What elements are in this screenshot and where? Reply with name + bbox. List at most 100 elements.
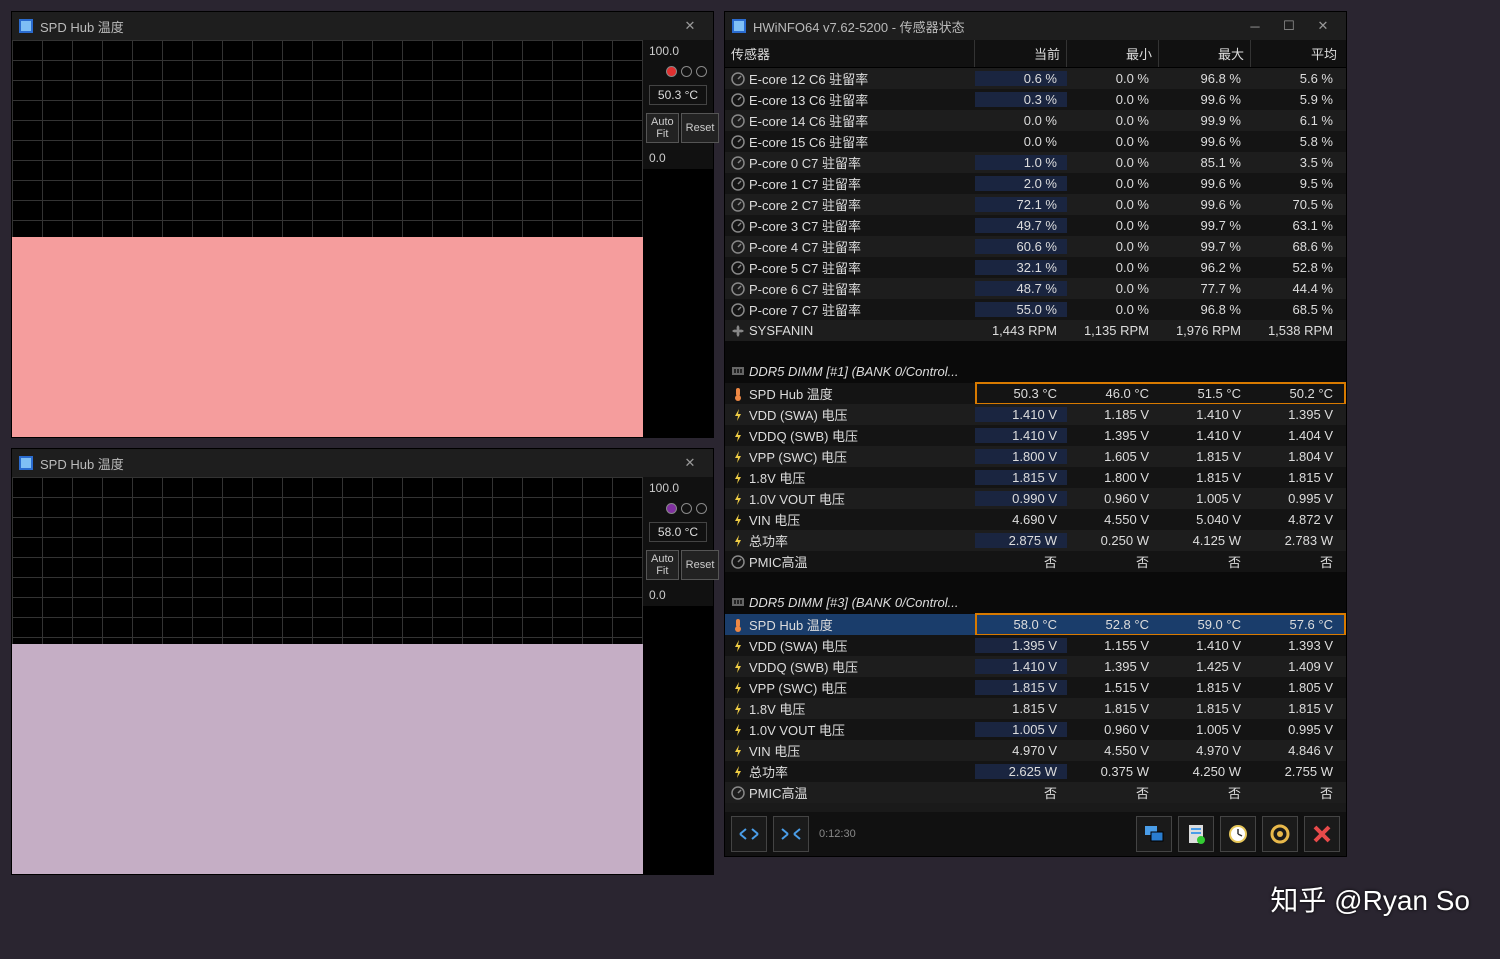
volt-icon xyxy=(731,639,745,653)
sensor-row[interactable]: P-core 7 C7 驻留率55.0 %0.0 %96.8 %68.5 % xyxy=(725,299,1346,320)
autofit-button[interactable]: Auto Fit xyxy=(646,550,679,580)
autofit-button[interactable]: Auto Fit xyxy=(646,113,679,143)
value-min: 0.250 W xyxy=(1067,533,1159,548)
sensor-row[interactable]: PMIC高温否否否否 xyxy=(725,551,1346,572)
value-current: 58.0 °C xyxy=(975,617,1067,632)
sensor-row[interactable]: 总功率2.875 W0.250 W4.125 W2.783 W xyxy=(725,530,1346,551)
titlebar[interactable]: SPD Hub 温度 ✕ xyxy=(12,449,713,477)
settings-button[interactable] xyxy=(1262,816,1298,852)
sensor-row[interactable]: E-core 12 C6 驻留率0.6 %0.0 %96.8 %5.6 % xyxy=(725,68,1346,89)
meter-icon xyxy=(731,261,745,275)
sensor-row[interactable]: E-core 14 C6 驻留率0.0 %0.0 %99.9 %6.1 % xyxy=(725,110,1346,131)
sensor-row[interactable]: VDD (SWA) 电压1.395 V1.155 V1.410 V1.393 V xyxy=(725,635,1346,656)
value-min: 4.550 V xyxy=(1067,512,1159,527)
header-sensor[interactable]: 传感器 xyxy=(725,40,975,67)
marker-icon[interactable] xyxy=(681,66,692,77)
value-current: 1.815 V xyxy=(975,470,1067,485)
spacer-row xyxy=(725,341,1346,359)
marker-active-icon[interactable] xyxy=(666,503,677,514)
value-avg: 4.872 V xyxy=(1251,512,1343,527)
monitors-button[interactable] xyxy=(1136,816,1172,852)
section-row[interactable]: DDR5 DIMM [#1] (BANK 0/Control... xyxy=(725,359,1346,383)
value-current: 55.0 % xyxy=(975,302,1067,317)
clock-button[interactable] xyxy=(1220,816,1256,852)
value-min: 0.0 % xyxy=(1067,239,1159,254)
sensor-row[interactable]: SPD Hub 温度50.3 °C46.0 °C51.5 °C50.2 °C xyxy=(725,383,1346,404)
sensor-row[interactable]: 1.0V VOUT 电压1.005 V0.960 V1.005 V0.995 V xyxy=(725,719,1346,740)
value-avg: 50.2 °C xyxy=(1251,386,1343,401)
marker-icon[interactable] xyxy=(696,66,707,77)
section-row[interactable]: DDR5 DIMM [#3] (BANK 0/Control... xyxy=(725,590,1346,614)
sensor-row[interactable]: E-core 13 C6 驻留率0.3 %0.0 %99.6 %5.9 % xyxy=(725,89,1346,110)
volt-icon xyxy=(731,723,745,737)
header-min[interactable]: 最小 xyxy=(1067,40,1159,67)
collapse-button[interactable] xyxy=(773,816,809,852)
reset-button[interactable]: Reset xyxy=(681,113,720,143)
sensor-row[interactable]: SPD Hub 温度58.0 °C52.8 °C59.0 °C57.6 °C xyxy=(725,614,1346,635)
app-icon xyxy=(18,455,34,471)
value-min: 否 xyxy=(1067,552,1159,571)
sensor-row[interactable]: 1.8V 电压1.815 V1.815 V1.815 V1.815 V xyxy=(725,698,1346,719)
sensor-row[interactable]: VIN 电压4.970 V4.550 V4.970 V4.846 V xyxy=(725,740,1346,761)
value-min: 0.960 V xyxy=(1067,722,1159,737)
sensor-row[interactable]: P-core 1 C7 驻留率2.0 %0.0 %99.6 %9.5 % xyxy=(725,173,1346,194)
sensor-row[interactable]: E-core 15 C6 驻留率0.0 %0.0 %99.6 %5.8 % xyxy=(725,131,1346,152)
graph-area[interactable]: 100.0 50.3 °C Auto Fit Reset 0.0 xyxy=(12,40,713,437)
titlebar[interactable]: HWiNFO64 v7.62-5200 - 传感器状态 ─ ☐ ✕ xyxy=(725,12,1346,40)
close-button[interactable]: ✕ xyxy=(673,451,707,475)
sensor-row[interactable]: P-core 4 C7 驻留率60.6 %0.0 %99.7 %68.6 % xyxy=(725,236,1346,257)
sensor-row[interactable]: P-core 6 C7 驻留率48.7 %0.0 %77.7 %44.4 % xyxy=(725,278,1346,299)
value-avg: 1.815 V xyxy=(1251,701,1343,716)
titlebar[interactable]: SPD Hub 温度 ✕ xyxy=(12,12,713,40)
value-avg: 2.755 W xyxy=(1251,764,1343,779)
sensor-row[interactable]: VDDQ (SWB) 电压1.410 V1.395 V1.425 V1.409 … xyxy=(725,656,1346,677)
minimize-button[interactable]: ─ xyxy=(1238,14,1272,38)
sensor-row[interactable]: 1.8V 电压1.815 V1.800 V1.815 V1.815 V xyxy=(725,467,1346,488)
meter-icon xyxy=(731,240,745,254)
sensor-row[interactable]: P-core 0 C7 驻留率1.0 %0.0 %85.1 %3.5 % xyxy=(725,152,1346,173)
value-min: 52.8 °C xyxy=(1067,617,1159,632)
sensor-row[interactable]: VDDQ (SWB) 电压1.410 V1.395 V1.410 V1.404 … xyxy=(725,425,1346,446)
marker-icon[interactable] xyxy=(696,503,707,514)
volt-icon xyxy=(731,408,745,422)
axis-min: 0.0 xyxy=(643,147,713,169)
header-max[interactable]: 最大 xyxy=(1159,40,1251,67)
sensor-row[interactable]: P-core 2 C7 驻留率72.1 %0.0 %99.6 %70.5 % xyxy=(725,194,1346,215)
value-avg: 1.815 V xyxy=(1251,470,1343,485)
meter-icon xyxy=(731,135,745,149)
expand-button[interactable] xyxy=(731,816,767,852)
sensor-row[interactable]: SYSFANIN1,443 RPM1,135 RPM1,976 RPM1,538… xyxy=(725,320,1346,341)
sensor-row[interactable]: P-core 3 C7 驻留率49.7 %0.0 %99.7 %63.1 % xyxy=(725,215,1346,236)
marker-icon[interactable] xyxy=(681,503,692,514)
value-current: 2.875 W xyxy=(975,533,1067,548)
graph-area[interactable]: 100.0 58.0 °C Auto Fit Reset 0.0 xyxy=(12,477,713,874)
column-headers[interactable]: 传感器 当前 最小 最大 平均 xyxy=(725,40,1346,68)
series-markers[interactable] xyxy=(643,499,713,518)
sensor-row[interactable]: 总功率2.625 W0.375 W4.250 W2.755 W xyxy=(725,761,1346,782)
sensor-name: P-core 3 C7 驻留率 xyxy=(749,216,861,235)
close-button[interactable]: ✕ xyxy=(673,14,707,38)
series-markers[interactable] xyxy=(643,62,713,81)
sensor-row[interactable]: VIN 电压4.690 V4.550 V5.040 V4.872 V xyxy=(725,509,1346,530)
sensor-row[interactable]: PMIC高温否否否否 xyxy=(725,782,1346,803)
sensor-row[interactable]: 1.0V VOUT 电压0.990 V0.960 V1.005 V0.995 V xyxy=(725,488,1346,509)
sensor-row[interactable]: VPP (SWC) 电压1.800 V1.605 V1.815 V1.804 V xyxy=(725,446,1346,467)
sensor-row[interactable]: P-core 5 C7 驻留率32.1 %0.0 %96.2 %52.8 % xyxy=(725,257,1346,278)
value-max: 1.815 V xyxy=(1159,701,1251,716)
log-button[interactable] xyxy=(1178,816,1214,852)
sensor-row[interactable]: VPP (SWC) 电压1.815 V1.515 V1.815 V1.805 V xyxy=(725,677,1346,698)
value-max: 51.5 °C xyxy=(1159,386,1251,401)
header-avg[interactable]: 平均 xyxy=(1251,40,1343,67)
sensor-name: PMIC高温 xyxy=(749,552,808,571)
close-button[interactable]: ✕ xyxy=(1306,14,1340,38)
marker-active-icon[interactable] xyxy=(666,66,677,77)
value-avg: 44.4 % xyxy=(1251,281,1343,296)
value-min: 0.0 % xyxy=(1067,71,1159,86)
maximize-button[interactable]: ☐ xyxy=(1272,14,1306,38)
header-current[interactable]: 当前 xyxy=(975,40,1067,67)
value-avg: 5.8 % xyxy=(1251,134,1343,149)
reset-button[interactable]: Reset xyxy=(681,550,720,580)
sensor-rows[interactable]: E-core 12 C6 驻留率0.6 %0.0 %96.8 %5.6 %E-c… xyxy=(725,68,1346,820)
exit-button[interactable] xyxy=(1304,816,1340,852)
sensor-row[interactable]: VDD (SWA) 电压1.410 V1.185 V1.410 V1.395 V xyxy=(725,404,1346,425)
